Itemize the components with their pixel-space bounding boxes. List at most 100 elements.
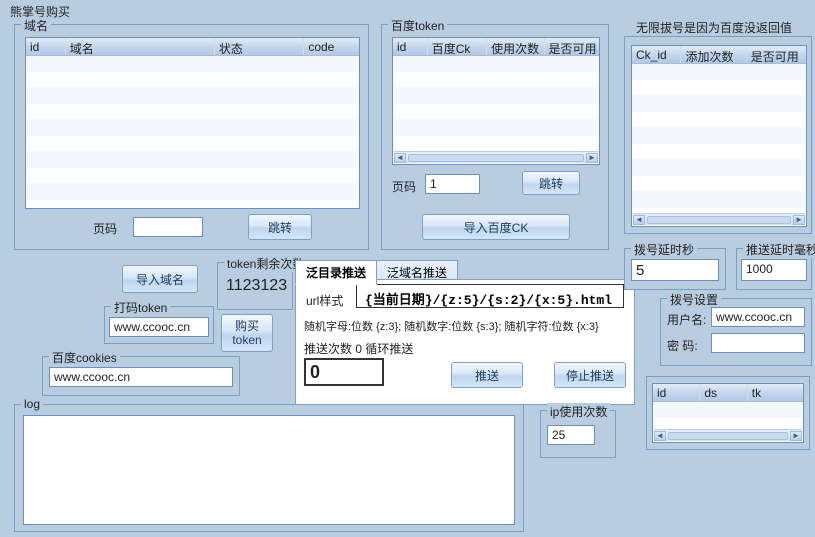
- small-col-tk: tk: [748, 384, 803, 401]
- right-col-add: 添加次数: [681, 46, 746, 63]
- scroll-thumb[interactable]: [408, 154, 584, 162]
- table-row[interactable]: [26, 104, 359, 120]
- domain-page-label: 页码: [93, 220, 117, 237]
- right-table-hscroll[interactable]: ◄ ►: [633, 213, 805, 225]
- baidu-jump-button[interactable]: 跳转: [522, 171, 580, 195]
- dial-settings-label: 拨号设置: [667, 291, 721, 308]
- stop-push-button[interactable]: 停止推送: [554, 362, 626, 388]
- baidu-col-ck: 百度Ck: [428, 38, 487, 55]
- table-row[interactable]: [632, 160, 806, 176]
- baidu-cookies-input[interactable]: www.ccooc.cn: [49, 367, 233, 387]
- baidu-cookies-label: 百度cookies: [49, 349, 120, 366]
- table-row[interactable]: [632, 144, 806, 160]
- table-row[interactable]: [653, 402, 803, 418]
- table-row[interactable]: [26, 120, 359, 136]
- small-col-ds: ds: [700, 384, 747, 401]
- small-col-id: id: [653, 384, 700, 401]
- push-button[interactable]: 推送: [451, 362, 523, 388]
- delay-ms-group: 推送延时毫秒 1000: [736, 248, 812, 290]
- url-pattern-label: url样式: [306, 292, 343, 309]
- delay-sec-group: 拨号延时秒 5: [624, 248, 726, 290]
- baidu-col-id: id: [393, 38, 428, 55]
- domain-col-status: 状态: [215, 38, 304, 55]
- table-row[interactable]: [26, 136, 359, 152]
- table-row[interactable]: [632, 176, 806, 192]
- dial-pass-input[interactable]: [711, 333, 805, 353]
- small-table[interactable]: id ds tk ◄ ►: [652, 383, 804, 443]
- right-col-usable: 是否可用: [747, 46, 806, 63]
- baidu-token-table[interactable]: id 百度Ck 使用次数 是否可用 ◄ ►: [392, 37, 600, 165]
- baidu-token-label: 百度token: [388, 17, 447, 34]
- push-count-label: 推送次数 0 循环推送: [304, 340, 413, 357]
- delay-ms-input[interactable]: 1000: [741, 259, 807, 281]
- baidu-token-group: 百度token id 百度Ck 使用次数 是否可用 ◄ ► 页码 1 跳转 导入…: [381, 24, 609, 250]
- domain-col-code: code: [304, 38, 359, 55]
- baidu-page-input[interactable]: 1: [425, 174, 480, 194]
- table-row[interactable]: [393, 136, 599, 152]
- table-row[interactable]: [632, 64, 806, 80]
- right-table[interactable]: Ck_id 添加次数 是否可用 ◄ ►: [631, 45, 807, 227]
- delay-ms-label: 推送延时毫秒: [743, 241, 815, 258]
- dial-user-label: 用户名:: [667, 311, 706, 328]
- dama-token-input[interactable]: www.ccooc.cn: [109, 317, 209, 337]
- table-row[interactable]: [393, 120, 599, 136]
- table-row[interactable]: [393, 88, 599, 104]
- tab-pan-directory[interactable]: 泛目录推送: [295, 260, 377, 285]
- table-row[interactable]: [26, 152, 359, 168]
- table-row[interactable]: [26, 168, 359, 184]
- table-row[interactable]: [393, 104, 599, 120]
- scroll-left-icon[interactable]: ◄: [633, 215, 645, 225]
- ip-usage-input[interactable]: 25: [547, 425, 595, 445]
- table-row[interactable]: [26, 184, 359, 200]
- import-baidu-ck-button[interactable]: 导入百度CK: [422, 214, 570, 240]
- remaining-token-value: 1123123: [226, 277, 287, 295]
- ip-usage-group: ip使用次数 25: [540, 410, 616, 458]
- domain-jump-button[interactable]: 跳转: [248, 214, 312, 240]
- right-col-ckid: Ck_id: [632, 46, 681, 63]
- push-count-input[interactable]: 0: [304, 358, 384, 386]
- dama-token-group: 打码token www.ccooc.cn: [104, 306, 214, 344]
- dama-token-label: 打码token: [111, 299, 170, 316]
- table-row[interactable]: [393, 56, 599, 72]
- baidu-col-count: 使用次数: [487, 38, 544, 55]
- dial-user-input[interactable]: www.ccooc.cn: [711, 307, 805, 327]
- ip-usage-label: ip使用次数: [547, 403, 610, 420]
- remaining-token-group: token剩余次数 1123123: [217, 262, 293, 310]
- table-row[interactable]: [632, 192, 806, 208]
- baidu-col-usable: 是否可用: [545, 38, 599, 55]
- domain-group: 域名 id 域名 状态 code 页码 跳转: [14, 24, 369, 250]
- dial-pass-label: 密 码:: [667, 337, 698, 354]
- import-domain-button[interactable]: 导入域名: [122, 265, 198, 293]
- scroll-left-icon[interactable]: ◄: [394, 153, 406, 163]
- domain-table[interactable]: id 域名 状态 code: [25, 37, 360, 209]
- table-row[interactable]: [632, 80, 806, 96]
- delay-sec-input[interactable]: 5: [631, 259, 719, 281]
- scroll-right-icon[interactable]: ►: [790, 431, 802, 441]
- scroll-right-icon[interactable]: ►: [586, 153, 598, 163]
- scroll-left-icon[interactable]: ◄: [654, 431, 666, 441]
- table-row[interactable]: [26, 56, 359, 72]
- scroll-thumb[interactable]: [668, 432, 788, 440]
- url-hint: 随机字母:位数 {z:3}; 随机数字:位数 {s:3}; 随机字符:位数 {x…: [304, 318, 599, 334]
- table-row[interactable]: [393, 72, 599, 88]
- table-row[interactable]: [26, 72, 359, 88]
- warning-text: 无限拔号是因为百度没返回值: [636, 19, 792, 36]
- scroll-right-icon[interactable]: ►: [793, 215, 805, 225]
- log-textarea[interactable]: [23, 415, 515, 525]
- table-row[interactable]: [632, 112, 806, 128]
- buy-token-button[interactable]: 购买 token: [221, 314, 273, 352]
- table-row[interactable]: [632, 128, 806, 144]
- push-panel: url样式 {当前日期}/{z:5}/{s:2}/{x:5}.html 随机字母…: [295, 279, 635, 405]
- scroll-thumb[interactable]: [647, 216, 791, 224]
- table-row[interactable]: [26, 88, 359, 104]
- domain-col-id: id: [26, 38, 66, 55]
- url-pattern-input[interactable]: {当前日期}/{z:5}/{s:2}/{x:5}.html: [356, 284, 624, 308]
- dial-settings-group: 拨号设置 用户名: www.ccooc.cn 密 码:: [660, 298, 812, 366]
- domain-group-label: 域名: [21, 17, 51, 34]
- table-row[interactable]: [632, 96, 806, 112]
- baidu-token-hscroll[interactable]: ◄ ►: [394, 151, 598, 163]
- log-label: log: [21, 397, 43, 411]
- small-table-hscroll[interactable]: ◄ ►: [654, 429, 802, 441]
- delay-sec-label: 拨号延时秒: [631, 241, 697, 258]
- domain-page-input[interactable]: [133, 217, 203, 237]
